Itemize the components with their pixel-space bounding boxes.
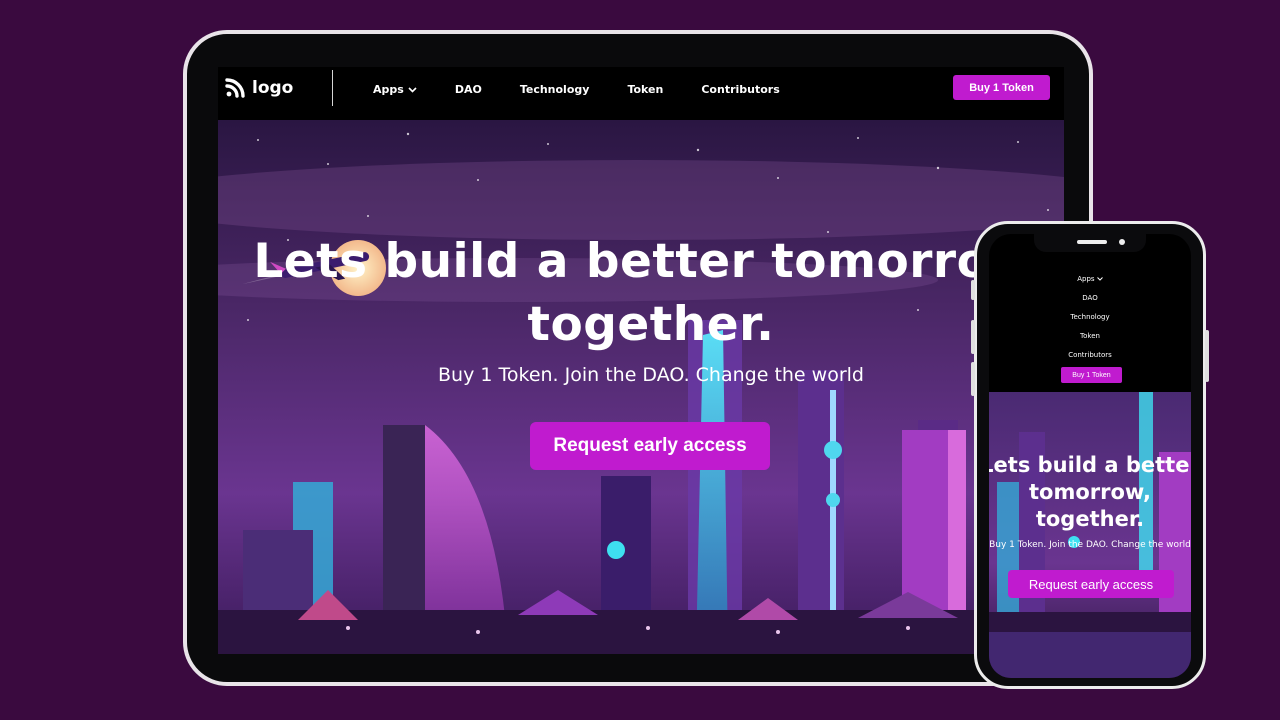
phone-device-frame: Apps DAO Technology Token Contributors B… (971, 221, 1209, 689)
nav-item-label: Technology (1070, 313, 1110, 321)
chevron-down-icon (1096, 277, 1103, 281)
phone-screen: Apps DAO Technology Token Contributors B… (989, 234, 1191, 678)
mobile-city-skyline-illustration (989, 392, 1191, 678)
top-navigation: logo Apps DAO Technology Token Contribut… (218, 67, 1064, 120)
mobile-nav-item-apps[interactable]: Apps (989, 270, 1191, 289)
nav-item-label: Apps (1077, 275, 1095, 283)
mobile-nav-item-contributors[interactable]: Contributors (989, 346, 1191, 365)
mobile-nav-menu: Apps DAO Technology Token Contributors (989, 270, 1191, 365)
logo-text: logo (252, 78, 294, 98)
nav-item-label: DAO (454, 83, 482, 96)
side-button (971, 280, 975, 300)
mobile-hero-headline: Lets build a better tomorrow, together. (989, 453, 1191, 531)
nav-item-token[interactable]: Token (627, 83, 663, 96)
phone-notch (1034, 234, 1146, 252)
nav-item-label: Contributors (701, 83, 780, 96)
nav-item-label: Token (1080, 332, 1100, 340)
hero-section: Lets build a better tomorrow, together. … (218, 120, 1064, 654)
volume-down-button (971, 362, 975, 396)
mobile-nav-item-dao[interactable]: DAO (989, 289, 1191, 308)
nav-item-label: DAO (1082, 294, 1098, 302)
nav-item-apps[interactable]: Apps (373, 83, 417, 96)
rss-icon (225, 78, 245, 98)
mobile-buy-token-button[interactable]: Buy 1 Token (1061, 367, 1122, 383)
mobile-nav-item-technology[interactable]: Technology (989, 308, 1191, 327)
hero-subtitle: Buy 1 Token. Join the DAO. Change the wo… (438, 364, 864, 386)
brand-logo[interactable]: logo (224, 77, 293, 99)
hero-headline: Lets build a better tomorrow, together. (253, 234, 1049, 352)
city-skyline-illustration (218, 120, 1064, 654)
request-early-access-button[interactable]: Request early access (530, 422, 770, 470)
nav-item-label: Contributors (1068, 351, 1112, 359)
mobile-hero-subtitle: Buy 1 Token. Join the DAO. Change the wo… (989, 540, 1191, 550)
buy-token-button[interactable]: Buy 1 Token (953, 75, 1050, 100)
nav-divider (332, 70, 333, 106)
chevron-down-icon (408, 86, 417, 93)
power-button (1205, 330, 1209, 382)
nav-menu: Apps DAO Technology Token Contributors (373, 83, 818, 96)
nav-item-technology[interactable]: Technology (520, 83, 590, 96)
speaker-grille (1077, 240, 1107, 244)
nav-item-label: Technology (519, 83, 590, 96)
nav-item-label: Apps (373, 83, 404, 96)
volume-up-button (971, 320, 975, 354)
mobile-request-early-access-button[interactable]: Request early access (1008, 570, 1174, 598)
mobile-nav-item-token[interactable]: Token (989, 327, 1191, 346)
tablet-device-frame: logo Apps DAO Technology Token Contribut… (183, 30, 1093, 686)
nav-item-label: Token (627, 83, 664, 96)
mobile-hero-section: Lets build a better tomorrow, together. … (989, 392, 1191, 678)
nav-item-dao[interactable]: DAO (455, 83, 482, 96)
tablet-screen: logo Apps DAO Technology Token Contribut… (218, 67, 1064, 654)
nav-item-contributors[interactable]: Contributors (701, 83, 779, 96)
front-camera (1119, 239, 1125, 245)
